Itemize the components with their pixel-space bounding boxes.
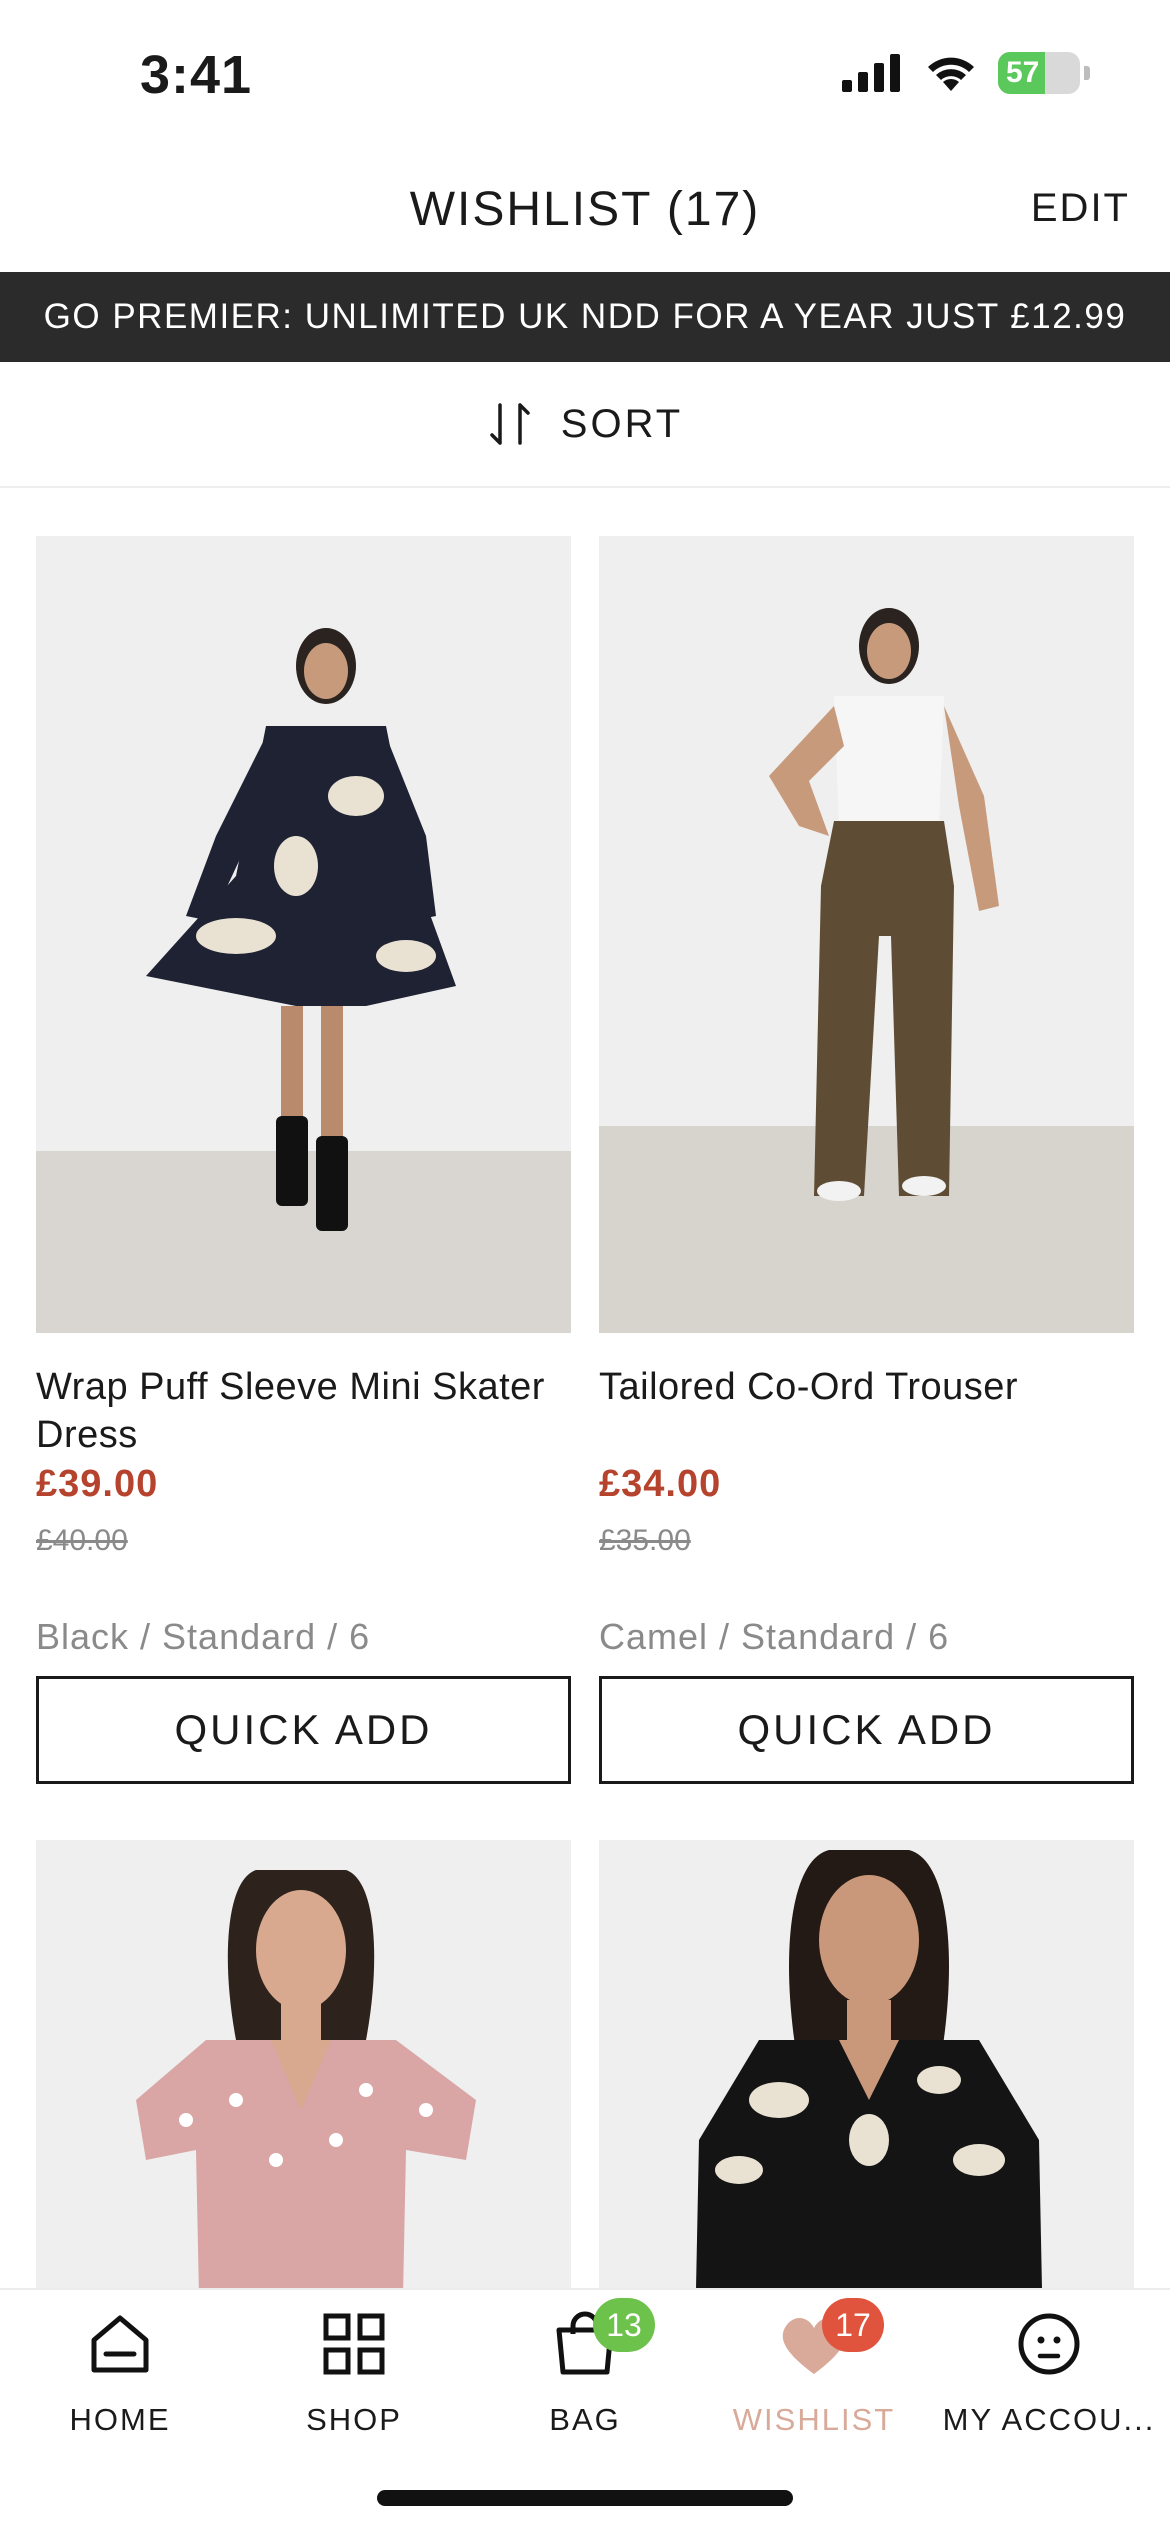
product-name[interactable]: Tailored Co-Ord Trouser: [599, 1363, 1134, 1459]
tab-shop-label: SHOP: [306, 2402, 402, 2437]
header: WISHLIST (17) EDIT: [0, 150, 1170, 272]
home-icon: [80, 2304, 160, 2384]
sort-label: SORT: [560, 401, 684, 446]
product-variant: Camel / Standard / 6: [599, 1616, 950, 1657]
bag-icon: 13: [545, 2298, 655, 2384]
status-time: 3:41: [140, 45, 253, 105]
battery-percentage: 57: [1006, 56, 1040, 89]
product-variant: Black / Standard / 6: [36, 1616, 371, 1657]
status-bar: 3:41 57: [0, 0, 1170, 150]
edit-button[interactable]: EDIT: [1031, 186, 1130, 231]
product-original-price: £40.00: [36, 1524, 128, 1557]
wifi-icon: [928, 57, 974, 91]
product-price: £34.00: [599, 1463, 722, 1505]
product-card[interactable]: Wrap Puff Sleeve Mini Skater Dress £39.0…: [36, 536, 571, 1784]
product-photo-dress: [36, 536, 571, 1333]
bag-count-badge: 13: [593, 2298, 655, 2352]
heart-icon: 17: [774, 2298, 884, 2384]
tab-my-account[interactable]: MY ACCOU...: [932, 2290, 1166, 2460]
sort-button[interactable]: SORT: [0, 362, 1170, 488]
tab-shop[interactable]: SHOP: [237, 2290, 471, 2460]
home-indicator: [377, 2490, 793, 2506]
tab-my-account-label: MY ACCOU...: [942, 2402, 1156, 2437]
battery-cap: [1084, 66, 1090, 80]
tab-wishlist-label: WISHLIST: [732, 2402, 896, 2437]
grid-icon: [314, 2304, 394, 2384]
product-name[interactable]: Wrap Puff Sleeve Mini Skater Dress: [36, 1363, 571, 1459]
product-price: £39.00: [36, 1463, 159, 1505]
tab-bag-label: BAG: [549, 2402, 621, 2437]
wishlist-count-badge: 17: [822, 2298, 884, 2352]
product-original-price: £35.00: [599, 1524, 691, 1557]
promo-text: GO PREMIER: UNLIMITED UK NDD FOR A YEAR …: [43, 297, 1127, 336]
product-photo-trouser: [599, 536, 1134, 1333]
tab-bag[interactable]: 13 BAG: [468, 2290, 702, 2460]
cellular-signal-icon: [842, 54, 900, 92]
product-image[interactable]: [599, 536, 1134, 1333]
battery-indicator: 57: [998, 52, 1080, 94]
product-image[interactable]: [36, 536, 571, 1333]
product-card[interactable]: Tailored Co-Ord Trouser £34.00 £35.00 Ca…: [599, 536, 1134, 1784]
sort-arrows-icon: [490, 403, 530, 445]
status-icons: 57: [842, 52, 1090, 94]
tab-home-label: HOME: [69, 2402, 171, 2437]
quick-add-button[interactable]: QUICK ADD: [599, 1676, 1134, 1784]
page-title: WISHLIST (17): [409, 183, 761, 236]
tab-wishlist[interactable]: 17 WISHLIST: [697, 2290, 931, 2460]
quick-add-button[interactable]: QUICK ADD: [36, 1676, 571, 1784]
account-icon: [1009, 2304, 1089, 2384]
tab-home[interactable]: HOME: [3, 2290, 237, 2460]
promo-banner[interactable]: GO PREMIER: UNLIMITED UK NDD FOR A YEAR …: [0, 272, 1170, 362]
